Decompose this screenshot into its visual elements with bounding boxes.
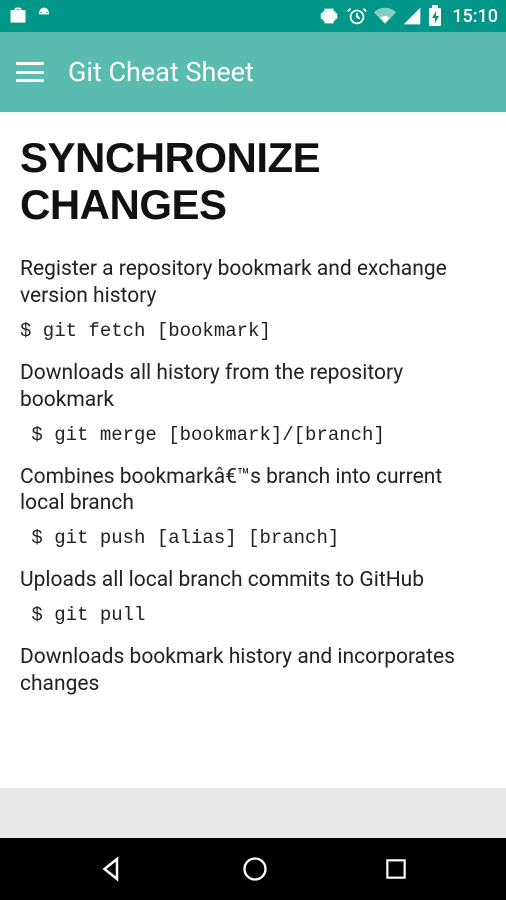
vibrate-icon xyxy=(318,5,340,27)
status-left xyxy=(8,6,54,26)
home-button[interactable] xyxy=(241,855,269,883)
item-desc: Uploads all local branch commits to GitH… xyxy=(20,567,486,594)
alarm-icon xyxy=(346,5,368,27)
android-icon xyxy=(34,6,54,26)
item-cmd: $ git fetch [bookmark] xyxy=(20,320,486,342)
item-desc: Combines bookmarkâ€™s branch into curren… xyxy=(20,464,486,518)
app-bar: Git Cheat Sheet xyxy=(0,32,506,112)
wifi-icon xyxy=(374,5,396,27)
back-button[interactable] xyxy=(97,854,127,884)
nav-bar xyxy=(0,838,506,900)
signal-icon xyxy=(402,6,422,26)
clock: 15:10 xyxy=(452,6,498,27)
item-desc: Downloads all history from the repositor… xyxy=(20,360,486,414)
item-cmd: $ git merge [bookmark]/[branch] xyxy=(20,424,486,446)
status-bar: 15:10 xyxy=(0,0,506,32)
item-desc: Register a repository bookmark and excha… xyxy=(20,256,486,310)
status-right: 15:10 xyxy=(318,5,498,27)
menu-icon[interactable] xyxy=(16,62,44,82)
item-cmd: $ git pull xyxy=(20,604,486,626)
recents-button[interactable] xyxy=(383,856,409,882)
bottom-spacer xyxy=(0,788,506,838)
item-cmd: $ git push [alias] [branch] xyxy=(20,527,486,549)
content-area[interactable]: SYNCHRONIZE CHANGES Register a repositor… xyxy=(0,112,506,728)
item-desc: Downloads bookmark history and incorpora… xyxy=(20,644,486,698)
battery-charging-icon xyxy=(428,5,442,27)
briefcase-check-icon xyxy=(8,6,28,26)
app-title: Git Cheat Sheet xyxy=(68,56,254,88)
section-heading: SYNCHRONIZE CHANGES xyxy=(20,134,486,228)
